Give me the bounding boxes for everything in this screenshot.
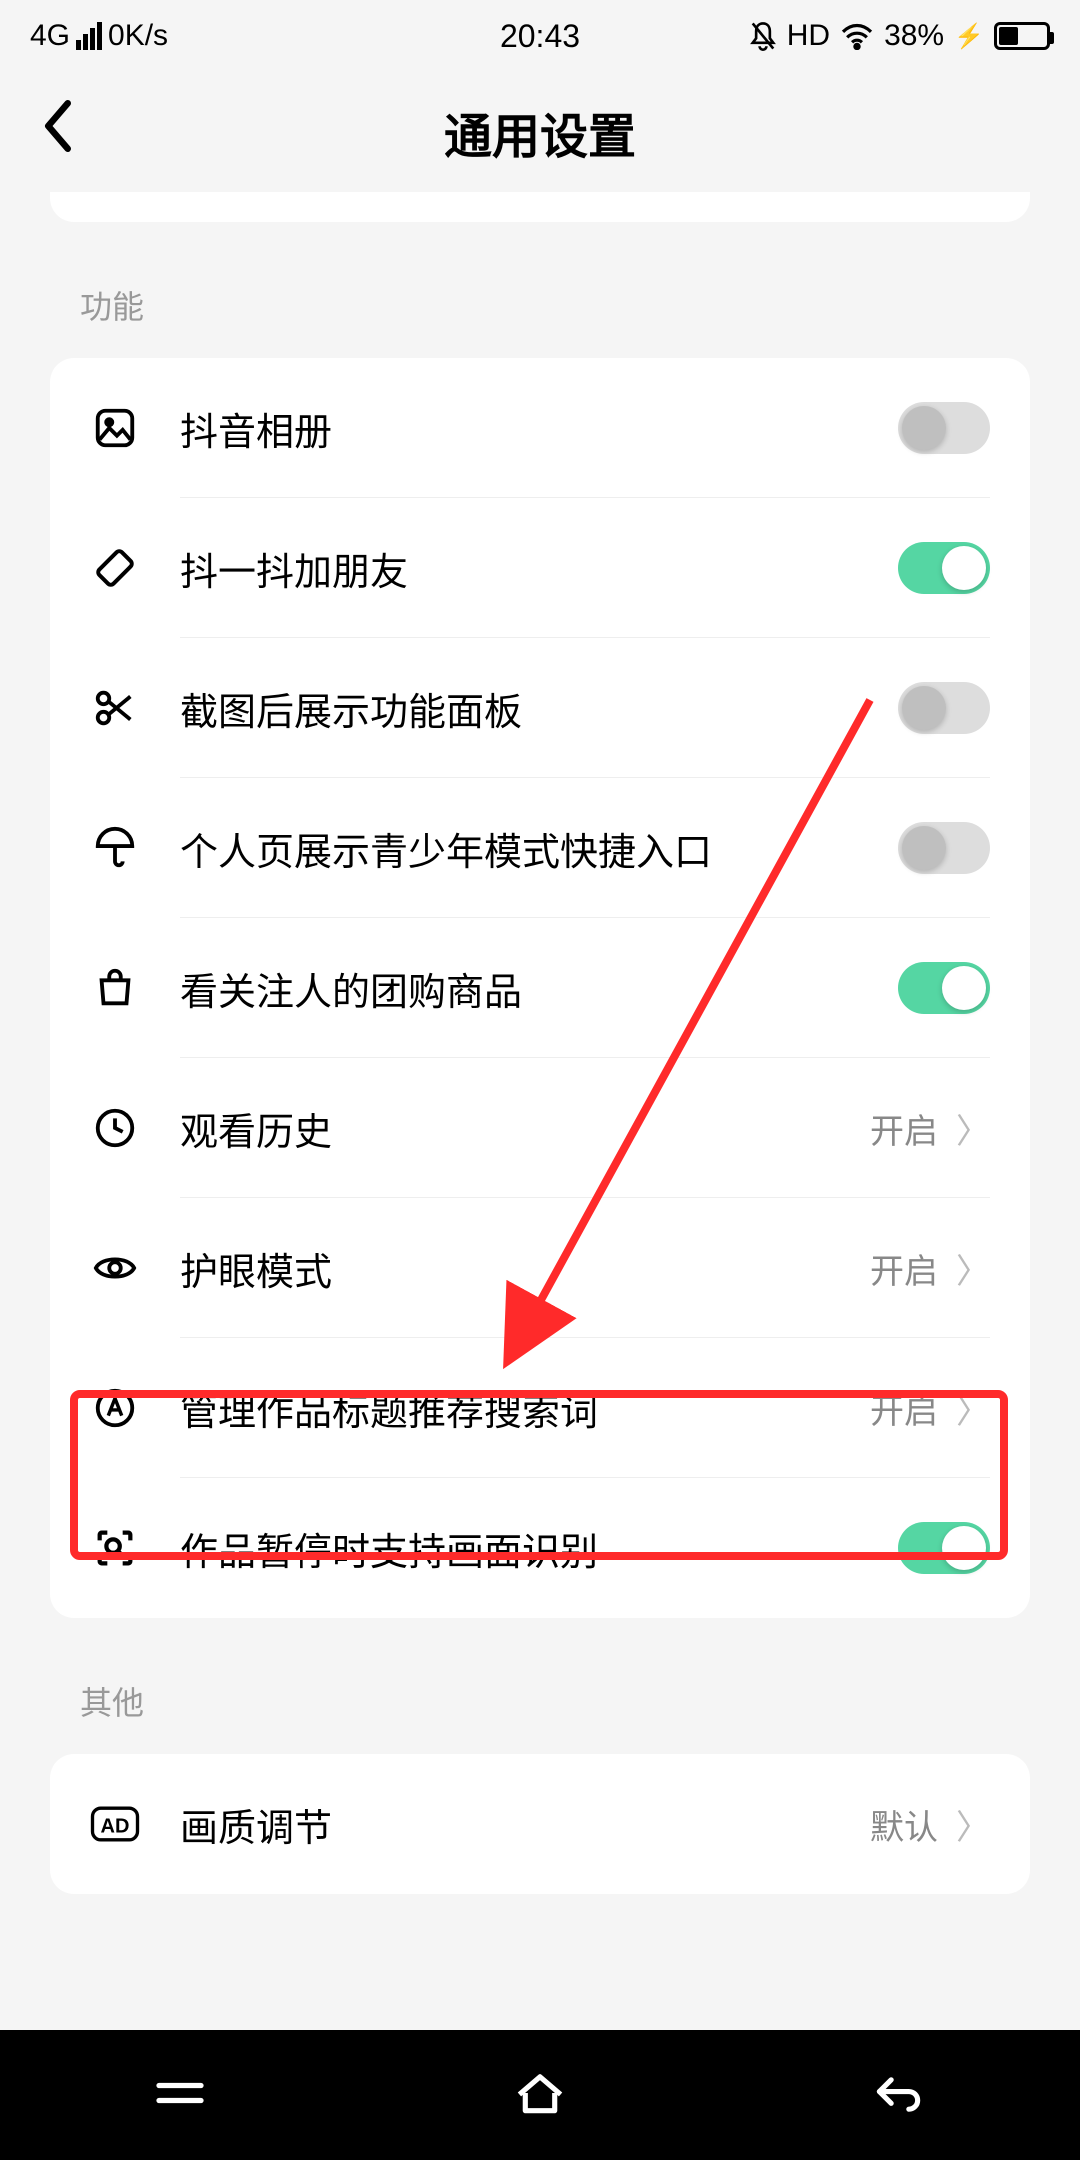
wifi-icon [840, 22, 874, 50]
chevron-right-icon: 〉 [956, 1104, 990, 1153]
signal-icon [76, 22, 102, 50]
row-quality-label: 画质调节 [180, 1797, 870, 1852]
svg-text:AD: AD [101, 1815, 130, 1837]
a-circle-icon [90, 1383, 140, 1433]
previous-card-edge [50, 192, 1030, 222]
row-groupbuy[interactable]: 看关注人的团购商品 [50, 918, 1030, 1058]
toggle-groupbuy[interactable] [898, 962, 990, 1014]
row-shake[interactable]: 抖一抖加朋友 [50, 498, 1030, 638]
status-left: 4G 0K/s [30, 19, 168, 53]
row-eyecare-label: 护眼模式 [180, 1241, 870, 1296]
shopping-bag-icon [90, 963, 140, 1013]
row-eyecare-value: 开启 [870, 1244, 938, 1293]
row-pause-recog[interactable]: 作品暂停时支持画面识别 [50, 1478, 1030, 1618]
row-search-title-value: 开启 [870, 1384, 938, 1433]
network-speed: 0K/s [108, 19, 168, 53]
row-history[interactable]: 观看历史 开启 〉 [50, 1058, 1030, 1198]
row-quality-value: 默认 [870, 1800, 938, 1849]
status-time: 20:43 [500, 18, 580, 55]
page-header: 通用设置 [0, 72, 1080, 192]
status-bar: 4G 0K/s 20:43 HD 38% ⚡ [0, 0, 1080, 72]
network-label: 4G [30, 19, 70, 53]
row-album[interactable]: 抖音相册 [50, 358, 1030, 498]
nav-menu-button[interactable] [150, 2068, 210, 2123]
clock-icon [90, 1103, 140, 1153]
row-teenmode-label: 个人页展示青少年模式快捷入口 [180, 821, 898, 876]
system-nav-bar [0, 2030, 1080, 2160]
row-eyecare[interactable]: 护眼模式 开启 〉 [50, 1198, 1030, 1338]
battery-icon [994, 22, 1050, 50]
mute-icon [749, 20, 777, 52]
battery-percent: 38% [884, 19, 944, 53]
toggle-album[interactable] [898, 402, 990, 454]
nav-back-button[interactable] [870, 2068, 930, 2123]
other-card: AD 画质调节 默认 〉 [50, 1754, 1030, 1894]
row-teenmode[interactable]: 个人页展示青少年模式快捷入口 [50, 778, 1030, 918]
umbrella-icon [90, 823, 140, 873]
row-pause-recog-label: 作品暂停时支持画面识别 [180, 1521, 898, 1576]
row-quality[interactable]: AD 画质调节 默认 〉 [50, 1754, 1030, 1894]
features-card: 抖音相册 抖一抖加朋友 截图后展示功能面板 个人页展示青少年模式快捷入口 看关注… [50, 358, 1030, 1618]
row-album-label: 抖音相册 [180, 401, 898, 456]
row-screenshot[interactable]: 截图后展示功能面板 [50, 638, 1030, 778]
row-screenshot-label: 截图后展示功能面板 [180, 681, 898, 736]
row-search-title-label: 管理作品标题推荐搜索词 [180, 1381, 870, 1436]
back-button[interactable] [40, 100, 76, 164]
hd-label: HD [787, 19, 830, 53]
ad-icon: AD [90, 1799, 140, 1849]
toggle-teenmode[interactable] [898, 822, 990, 874]
scissors-icon [90, 683, 140, 733]
toggle-pause-recog[interactable] [898, 1522, 990, 1574]
section-label-features: 功能 [0, 222, 1080, 358]
nav-home-button[interactable] [510, 2068, 570, 2123]
chevron-right-icon: 〉 [956, 1800, 990, 1849]
row-history-label: 观看历史 [180, 1101, 870, 1156]
status-right: HD 38% ⚡ [749, 19, 1050, 53]
section-label-other: 其他 [0, 1618, 1080, 1754]
charging-icon: ⚡ [954, 22, 984, 51]
row-shake-label: 抖一抖加朋友 [180, 541, 898, 596]
page-title: 通用设置 [444, 97, 636, 167]
row-history-value: 开启 [870, 1104, 938, 1153]
eye-icon [90, 1243, 140, 1293]
row-search-title[interactable]: 管理作品标题推荐搜索词 开启 〉 [50, 1338, 1030, 1478]
toggle-screenshot[interactable] [898, 682, 990, 734]
scan-icon [90, 1523, 140, 1573]
toggle-shake[interactable] [898, 542, 990, 594]
chevron-right-icon: 〉 [956, 1384, 990, 1433]
photo-icon [90, 403, 140, 453]
shake-icon [90, 543, 140, 593]
chevron-right-icon: 〉 [956, 1244, 990, 1293]
row-groupbuy-label: 看关注人的团购商品 [180, 961, 898, 1016]
